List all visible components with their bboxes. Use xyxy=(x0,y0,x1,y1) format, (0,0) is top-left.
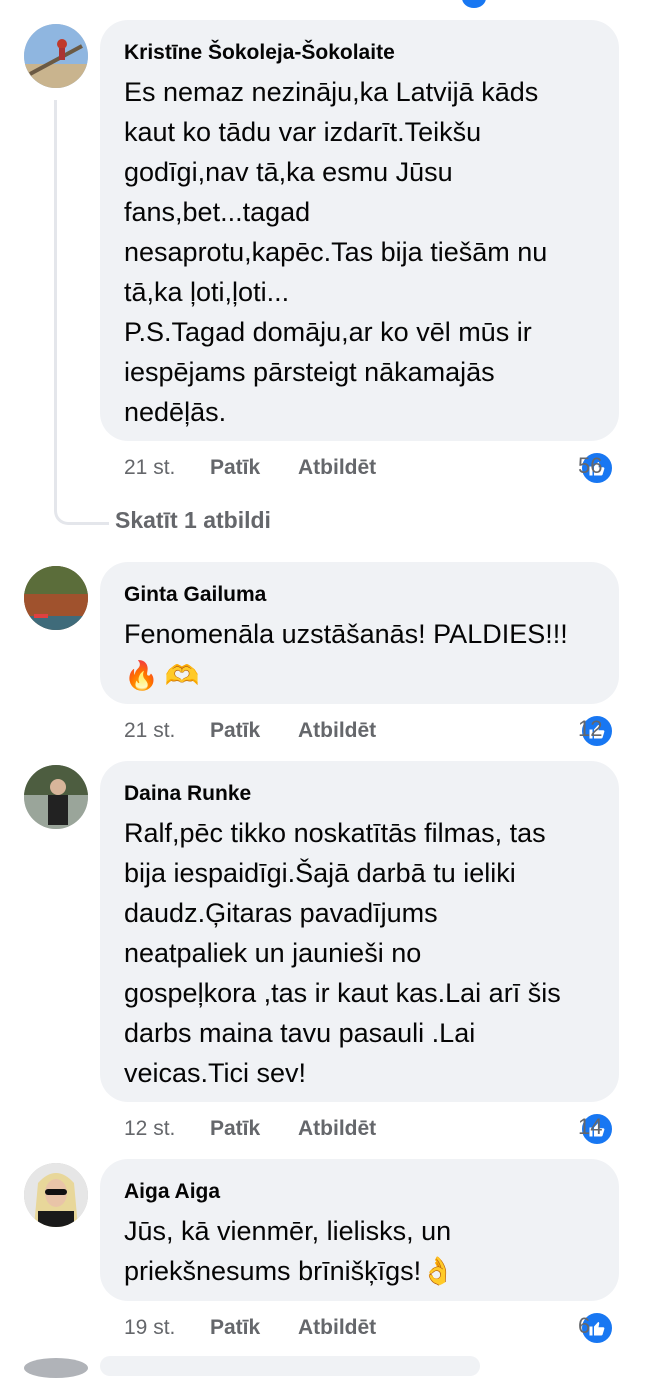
like-button[interactable]: Patīk xyxy=(210,453,260,483)
comment-bubble: Kristīne Šokoleja-Šokolaite Es nemaz nez… xyxy=(100,20,619,441)
emoji-row: 🔥 🫶 xyxy=(124,656,597,696)
next-comment-bubble xyxy=(100,1356,480,1376)
avatar-ginta[interactable] xyxy=(24,566,88,630)
like-button[interactable]: Patīk xyxy=(210,1313,260,1343)
comment-time[interactable]: 19 st. xyxy=(124,1313,175,1343)
view-replies-link[interactable]: Skatīt 1 atbildi xyxy=(115,507,271,534)
fire-emoji: 🔥 xyxy=(124,660,159,691)
avatar-daina[interactable] xyxy=(24,765,88,829)
reaction-count[interactable]: 6 xyxy=(578,1311,614,1345)
avatar-aiga[interactable] xyxy=(24,1163,88,1227)
comment-text: Ralf,pēc tikko noskatītās filmas, tas bi… xyxy=(124,818,561,1088)
reaction-count[interactable]: 56 xyxy=(578,451,614,485)
comment-author[interactable]: Aiga Aiga xyxy=(124,1177,597,1207)
comment-text: Jūs, kā vienmēr, lielisks, un priekšnesu… xyxy=(124,1216,455,1286)
partial-reaction-icon xyxy=(460,0,488,10)
reaction-count[interactable]: 14 xyxy=(578,1112,614,1146)
comment-author[interactable]: Kristīne Šokoleja-Šokolaite xyxy=(124,38,597,68)
comment-time[interactable]: 21 st. xyxy=(124,453,175,483)
comment-text: Fenomenāla uzstāšanās! PALDIES!!! xyxy=(124,619,568,649)
comment-actions: 21 st. Patīk Atbildēt 12 xyxy=(124,714,614,748)
reaction-count-value: 12 xyxy=(578,716,603,741)
comment-actions: 21 st. Patīk Atbildēt 56 xyxy=(124,451,614,485)
comment-text: Es nemaz nezināju,ka Latvijā kāds kaut k… xyxy=(124,77,548,427)
comment-time[interactable]: 12 st. xyxy=(124,1114,175,1144)
like-button[interactable]: Patīk xyxy=(210,1114,260,1144)
comment-bubble: Daina Runke Ralf,pēc tikko noskatītās fi… xyxy=(100,761,619,1102)
like-button[interactable]: Patīk xyxy=(210,716,260,746)
comment-actions: 12 st. Patīk Atbildēt 14 xyxy=(124,1112,614,1146)
reaction-count-value: 6 xyxy=(578,1313,591,1338)
avatar-photo xyxy=(24,765,88,829)
reply-button[interactable]: Atbildēt xyxy=(298,1313,376,1343)
next-comment-avatar[interactable] xyxy=(24,1358,88,1378)
comment-time[interactable]: 21 st. xyxy=(124,716,175,746)
reply-button[interactable]: Atbildēt xyxy=(298,453,376,483)
reaction-count-value: 14 xyxy=(578,1114,603,1139)
reply-button[interactable]: Atbildēt xyxy=(298,716,376,746)
comment-actions: 19 st. Patīk Atbildēt 6 xyxy=(124,1311,614,1345)
reply-button[interactable]: Atbildēt xyxy=(298,1114,376,1144)
comment-bubble: Aiga Aiga Jūs, kā vienmēr, lielisks, un … xyxy=(100,1159,619,1301)
avatar-photo xyxy=(24,24,88,88)
avatar-kristine[interactable] xyxy=(24,24,88,88)
comment-author[interactable]: Daina Runke xyxy=(124,779,597,809)
comment-bubble: Ginta Gailuma Fenomenāla uzstāšanās! PAL… xyxy=(100,562,619,704)
avatar-photo xyxy=(24,566,88,630)
heart-hands-emoji: 🫶 xyxy=(164,660,200,691)
avatar-photo xyxy=(24,1163,88,1227)
reaction-count-value: 56 xyxy=(578,453,603,478)
reaction-count[interactable]: 12 xyxy=(578,714,614,748)
comment-author[interactable]: Ginta Gailuma xyxy=(124,580,597,610)
